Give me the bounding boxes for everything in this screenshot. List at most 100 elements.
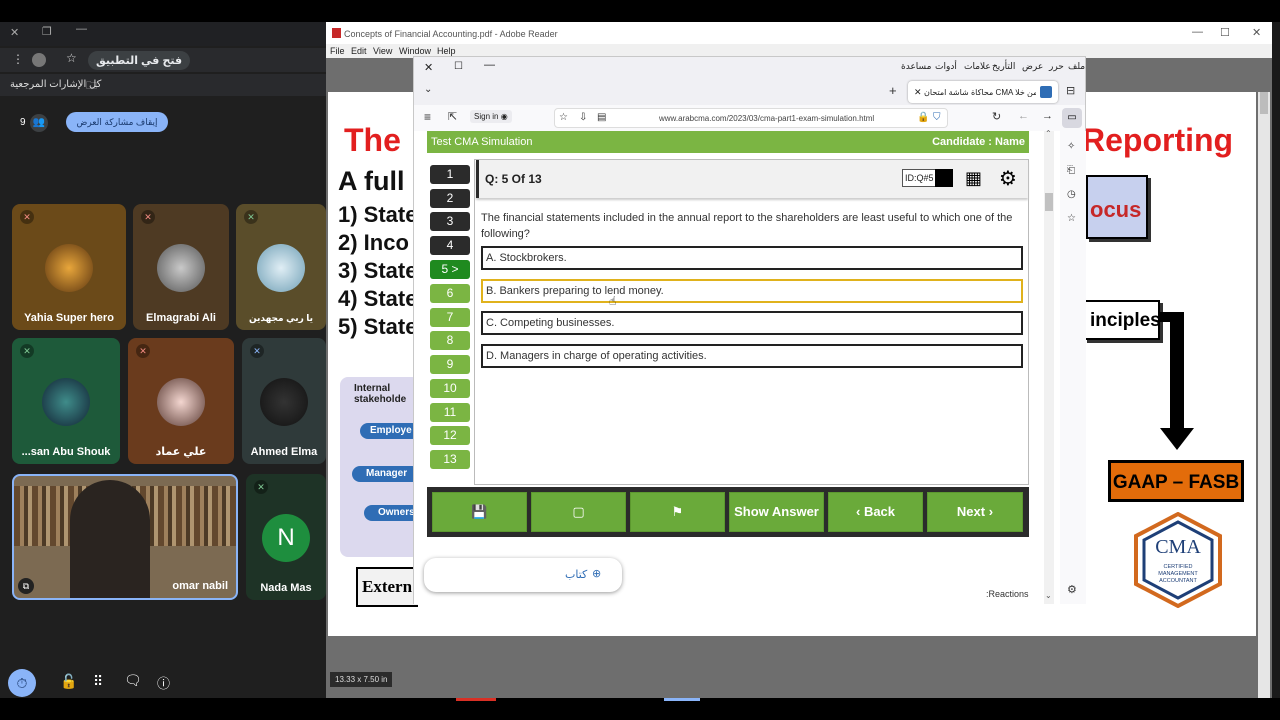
tab-list-chevron-icon[interactable]: ⌄ <box>424 84 432 95</box>
menu-tools[interactable]: أدوات <box>935 61 957 72</box>
bookmarks-star-icon[interactable]: ☆ <box>1067 213 1076 224</box>
sidebar-toggle-icon[interactable]: ⊟ <box>1066 84 1075 97</box>
page-scrollbar[interactable]: ⌃ ⌄ <box>1044 129 1054 604</box>
participant-tile-active[interactable]: ⧉ omar nabil <box>12 474 238 600</box>
save-page-icon[interactable]: ⇩ <box>579 112 587 123</box>
bookmarks-row[interactable]: 🗀 كل الإشارات المرجعية <box>0 74 326 96</box>
answer-option[interactable]: C. Competing businesses. <box>481 311 1023 335</box>
menu-edit[interactable]: حرر <box>1049 61 1064 72</box>
pill-employees: Employe <box>360 423 420 439</box>
question-number[interactable]: 10 <box>430 379 470 398</box>
menu-history[interactable]: التأريخ <box>992 61 1015 72</box>
close-icon[interactable]: ✕ <box>1252 26 1261 39</box>
participant-tile[interactable]: ✕ يا ربي مجهدين <box>236 204 326 330</box>
people-icon[interactable]: 👥 <box>30 114 48 132</box>
extensions-icon[interactable]: ⇱ <box>448 110 457 123</box>
question-number[interactable]: 6 <box>430 284 470 303</box>
question-number[interactable]: 9 <box>430 355 470 374</box>
question-number[interactable]: 7 <box>430 308 470 327</box>
url-bar[interactable]: ☆ ⇩ ▤ www.arabcma.com/2023/03/cma-part1-… <box>554 108 948 128</box>
participant-tile[interactable]: ✕ ...san Abu Shouk <box>12 338 120 464</box>
question-number[interactable]: 1 <box>430 165 470 184</box>
chat-icon[interactable]: 🗨 <box>124 672 142 689</box>
menu-help[interactable]: مساعدة <box>901 61 931 72</box>
open-in-app-button[interactable]: فتح في التطبيق <box>88 51 191 70</box>
participant-tile[interactable]: ✕ Elmagrabi Ali <box>133 204 229 330</box>
back-arrow-icon[interactable]: ← <box>1018 110 1029 122</box>
bookmark-star-icon[interactable]: ☆ <box>559 112 568 123</box>
flag-button[interactable]: ⚑ <box>630 492 725 532</box>
pip-icon[interactable]: ⧉ <box>18 578 34 594</box>
question-number[interactable]: 13 <box>430 450 470 469</box>
calculator-icon[interactable]: ▦ <box>965 168 982 189</box>
question-number[interactable]: 12 <box>430 426 470 445</box>
reload-icon[interactable]: ↻ <box>992 110 1001 123</box>
settings-gear-icon[interactable]: ⚙ <box>1067 583 1077 596</box>
restore-icon[interactable]: ❐ <box>42 25 52 38</box>
menu-window[interactable]: Window <box>399 46 431 56</box>
question-number-current[interactable]: 5 > <box>430 260 470 279</box>
book-button[interactable]: ⊕ كتاب <box>424 558 622 592</box>
minimize-icon[interactable]: — <box>484 59 495 71</box>
documents-icon[interactable]: ⎗ <box>1067 165 1075 176</box>
adobe-scrollbar[interactable] <box>1258 92 1270 698</box>
hamburger-menu-icon[interactable]: ≡ <box>424 110 431 124</box>
question-number[interactable]: 11 <box>430 403 470 422</box>
lock-icon[interactable]: 🔓 <box>60 673 77 690</box>
participant-tile[interactable]: ✕ علي عماد <box>128 338 234 464</box>
kebab-menu-icon[interactable]: ⋮ <box>12 52 24 66</box>
menu-edit[interactable]: Edit <box>351 46 367 56</box>
participant-tile[interactable]: ✕ Ahmed Elma <box>242 338 326 464</box>
scroll-down-icon[interactable]: ⌄ <box>1045 591 1052 600</box>
close-icon[interactable]: ✕ <box>10 26 19 39</box>
question-number[interactable]: 4 <box>430 236 470 255</box>
stop-presenting-button[interactable]: إيقاف مشاركة العرض <box>66 112 168 132</box>
menu-file[interactable]: ملف <box>1068 61 1085 72</box>
sidebar-active-icon[interactable]: ▭ <box>1062 108 1082 128</box>
shield-icon[interactable]: ⛉ <box>933 112 941 123</box>
tab-close-icon[interactable]: ✕ <box>914 87 922 98</box>
reader-view-icon[interactable]: ▤ <box>597 112 606 123</box>
extension-icon[interactable] <box>32 53 46 67</box>
scrollbar-thumb[interactable] <box>1045 193 1053 211</box>
menu-view[interactable]: عرض <box>1022 61 1043 72</box>
next-button[interactable]: Next › <box>927 492 1023 532</box>
minimize-icon[interactable]: — <box>1192 26 1203 38</box>
question-number[interactable]: 2 <box>430 189 470 208</box>
participant-tile[interactable]: ✕ Yahia Super hero <box>12 204 126 330</box>
timer-icon[interactable]: ⏱ <box>8 669 36 697</box>
menu-help[interactable]: Help <box>437 46 456 56</box>
tab-active[interactable]: ✕ محاكاة شاشة امتحان CMA من خلا <box>908 81 1058 103</box>
minimize-icon[interactable]: — <box>76 23 87 35</box>
show-answer-button[interactable]: Show Answer <box>729 492 824 532</box>
apps-grid-icon[interactable]: ⠿ <box>93 673 103 690</box>
menu-bookmarks[interactable]: علامات <box>964 61 991 72</box>
back-button[interactable]: ‹ Back <box>828 492 923 532</box>
menu-view[interactable]: View <box>373 46 392 56</box>
note-button[interactable]: ▢ <box>531 492 626 532</box>
close-icon[interactable]: ✕ <box>424 61 433 74</box>
scrollbar-thumb[interactable] <box>1260 92 1268 114</box>
question-number[interactable]: 8 <box>430 331 470 350</box>
maximize-icon[interactable]: ☐ <box>1220 26 1230 39</box>
answer-option-hovered[interactable]: B. Bankers preparing to lend money. <box>481 279 1023 303</box>
ai-sparkle-icon[interactable]: ✧ <box>1067 141 1075 152</box>
sticky-note-icon[interactable] <box>935 169 953 187</box>
question-number[interactable]: 3 <box>430 212 470 231</box>
maximize-icon[interactable]: ☐ <box>454 61 463 72</box>
participant-tile[interactable]: ✕ N Nada Mas <box>246 474 326 600</box>
url-text[interactable]: www.arabcma.com/2023/03/cma-part1-exam-s… <box>659 114 874 123</box>
sign-in-button[interactable]: Sign in ◉ <box>470 110 512 123</box>
settings-gear-icon[interactable]: ⚙ <box>999 166 1017 191</box>
scroll-up-icon[interactable]: ⌃ <box>1045 129 1052 138</box>
new-tab-plus-icon[interactable]: + <box>889 83 897 98</box>
answer-option[interactable]: D. Managers in charge of operating activ… <box>481 344 1023 368</box>
history-clock-icon[interactable]: ◷ <box>1067 189 1076 200</box>
star-icon[interactable]: ☆ <box>66 51 77 65</box>
menu-file[interactable]: File <box>330 46 345 56</box>
info-icon[interactable]: ⓘ <box>157 673 170 692</box>
answer-option[interactable]: A. Stockbrokers. <box>481 246 1023 270</box>
save-button[interactable]: 💾 <box>432 492 527 532</box>
forward-arrow-icon[interactable]: → <box>1042 110 1053 122</box>
lock-icon[interactable]: 🔒 <box>917 112 929 123</box>
